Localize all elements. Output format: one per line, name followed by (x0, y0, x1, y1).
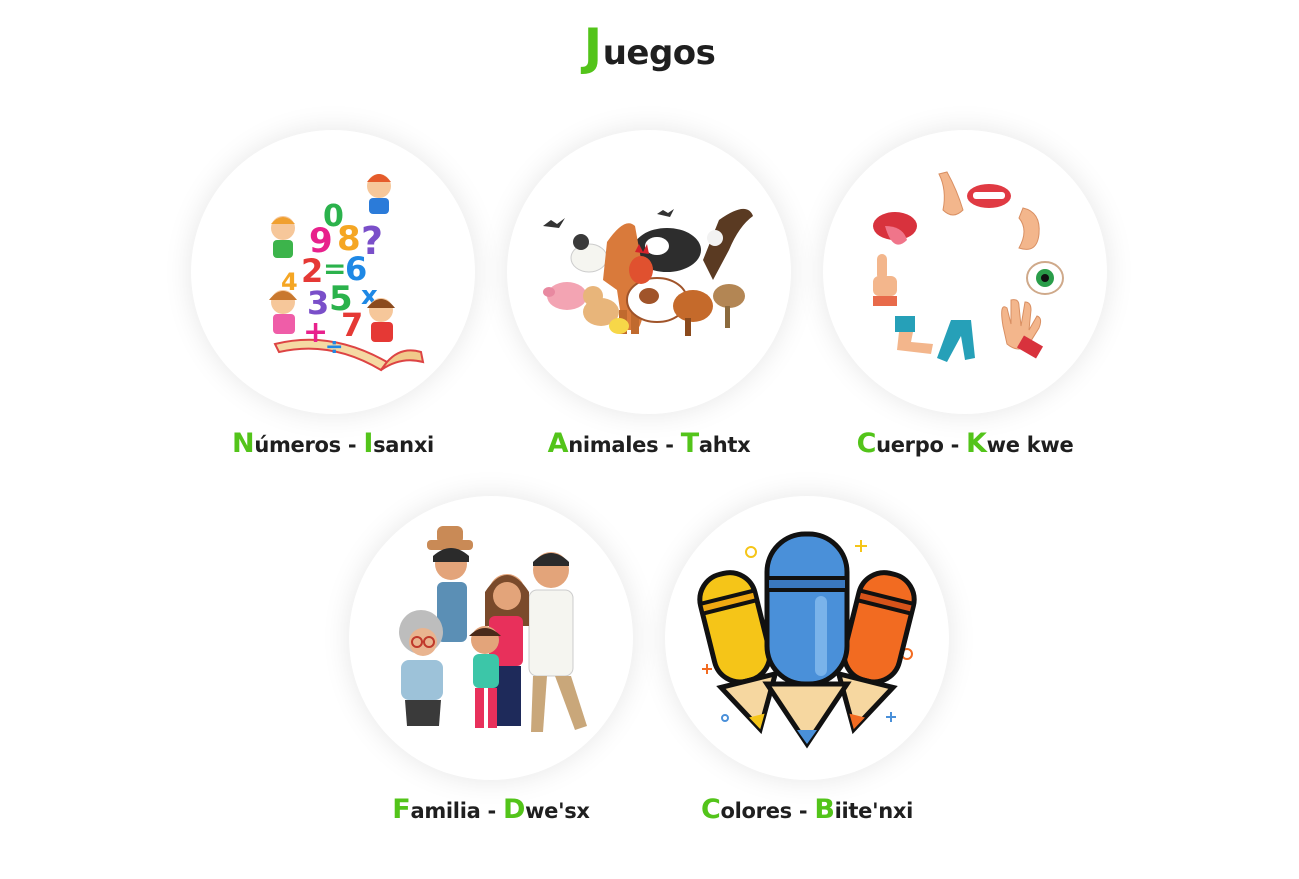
game-card-animales[interactable]: Animales - Tahtx (507, 130, 791, 470)
games-page: Juegos 0 9 8 ? 2 = 6 4 3 5 x 7 + ÷ Númer… (0, 0, 1299, 879)
game-card-numeros[interactable]: 0 9 8 ? 2 = 6 4 3 5 x 7 + ÷ Números - Is… (191, 130, 475, 470)
svg-text:÷: ÷ (325, 335, 343, 360)
game-image-link-cuerpo[interactable] (823, 130, 1107, 414)
svg-text:7: 7 (341, 306, 363, 344)
game-card-familia[interactable]: Familia - Dwe'sx (349, 496, 633, 836)
game-label-colores[interactable]: Colores - Biite'nxi (605, 794, 1009, 825)
game-label-cuerpo[interactable]: Cuerpo - Kwe kwe (763, 428, 1167, 459)
page-title-initial: J (583, 18, 603, 76)
game-image-link-numeros[interactable]: 0 9 8 ? 2 = 6 4 3 5 x 7 + ÷ (191, 130, 475, 414)
game-card-colores[interactable]: Colores - Biite'nxi (665, 496, 949, 836)
page-title: Juegos (0, 18, 1299, 76)
game-image-link-animales[interactable] (507, 130, 791, 414)
numbers-illustration-icon: 0 9 8 ? 2 = 6 4 3 5 x 7 + ÷ (269, 174, 425, 372)
colored-pencils-illustration-icon (697, 531, 917, 749)
game-image-link-colores[interactable] (665, 496, 949, 780)
animals-illustration-icon (543, 208, 753, 336)
body-parts-illustration-icon (873, 171, 1064, 362)
family-illustration-icon (399, 526, 587, 732)
page-title-rest: uegos (602, 33, 716, 73)
game-card-cuerpo[interactable]: Cuerpo - Kwe kwe (823, 130, 1107, 470)
game-image-link-familia[interactable] (349, 496, 633, 780)
